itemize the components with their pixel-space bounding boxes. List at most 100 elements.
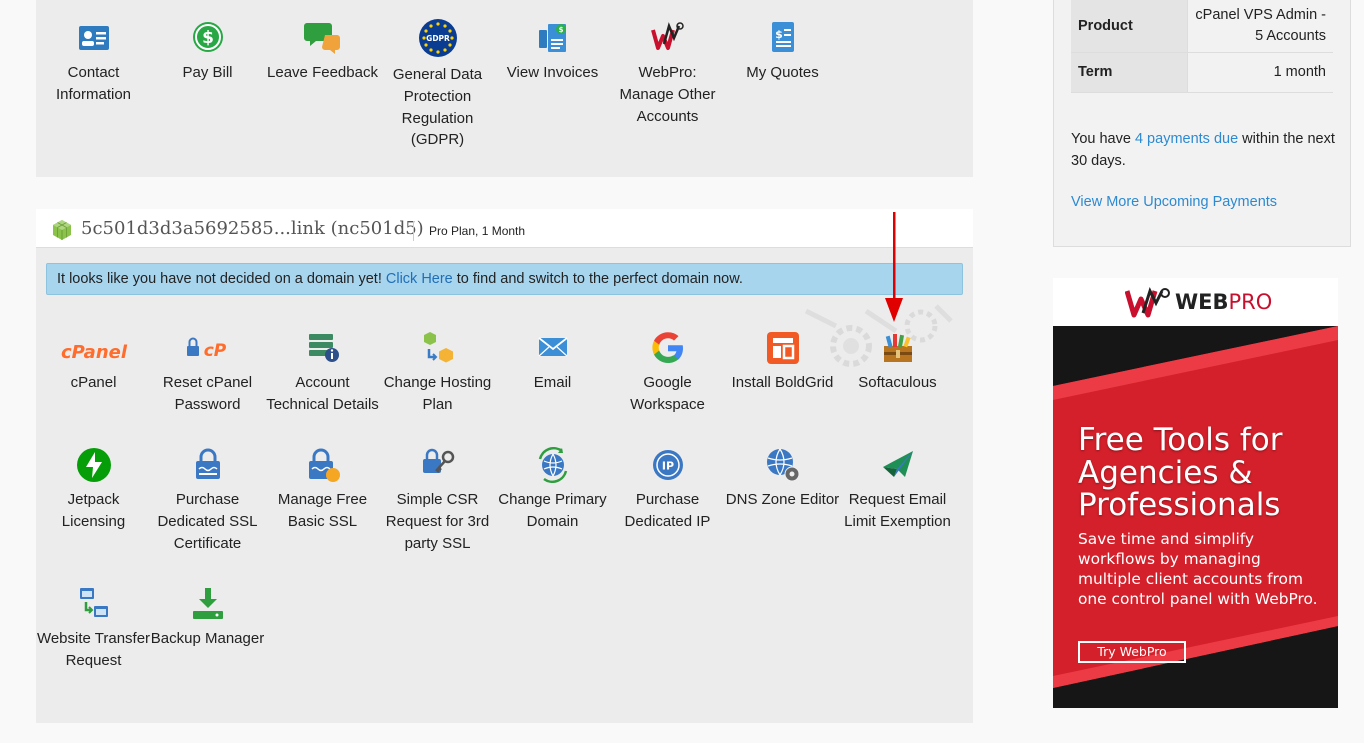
hosting-header: 5c501d3d3a5692585...link (nc501d5) Pro P… [36, 209, 973, 248]
simple-csr-request-tile[interactable]: Simple CSR Request for 3rd party SSL [380, 447, 495, 554]
account-technical-details-tile[interactable]: Account Technical Details [265, 330, 380, 416]
pay-bill-tile[interactable]: $ Pay Bill [150, 20, 265, 84]
hosting-account-name[interactable]: 5c501d3d3a5692585...link (nc501d5) [81, 218, 424, 239]
change-hosting-plan-tile[interactable]: Change Hosting Plan [380, 330, 495, 416]
tile-label: Backup Manager [150, 630, 265, 647]
webpro-logo-icon [650, 22, 684, 50]
svg-text:$: $ [558, 26, 563, 34]
click-here-link[interactable]: Click Here [386, 271, 453, 287]
jetpack-licensing-tile[interactable]: Jetpack Licensing [36, 447, 151, 533]
webpro-logo-icon [1125, 287, 1170, 318]
tile-label: Install BoldGrid [731, 374, 834, 391]
dns-globe-gear-icon [766, 448, 799, 482]
account-actions-panel: Contact Information $ Pay Bill Leave Fee… [36, 0, 973, 177]
svg-text:IP: IP [661, 460, 673, 473]
upcoming-payments-card: Product cPanel VPS Admin - 5 Accounts Te… [1053, 0, 1351, 247]
cpanel-tile[interactable]: cPanel cPanel [36, 330, 151, 394]
request-email-limit-exemption-tile[interactable]: Request Email Limit Exemption [840, 447, 955, 533]
cpanel-logo-icon: cPanel [60, 342, 127, 363]
notice-text-end: to find and switch to the perfect domain… [452, 271, 743, 287]
jetpack-bolt-icon [76, 448, 111, 482]
reset-cpanel-password-tile[interactable]: cP Reset cPanel Password [150, 330, 265, 416]
manage-free-basic-ssl-tile[interactable]: Manage Free Basic SSL [265, 447, 380, 533]
tile-label: Google Workspace [630, 374, 705, 413]
svg-text:$: $ [775, 28, 783, 41]
tile-label: Manage Free Basic SSL [277, 491, 368, 530]
notice-text-start: It looks like you have not decided on a … [57, 271, 386, 287]
backup-manager-tile[interactable]: Backup Manager [150, 586, 265, 650]
header-divider [413, 221, 414, 241]
install-boldgrid-tile[interactable]: Install BoldGrid [725, 330, 840, 394]
tile-label: Request Email Limit Exemption [844, 491, 951, 530]
product-value: cPanel VPS Admin - 5 Accounts [1187, 0, 1333, 53]
server-info-icon [308, 334, 339, 362]
product-summary-table: Product cPanel VPS Admin - 5 Accounts Te… [1071, 0, 1333, 93]
payments-due-link[interactable]: 4 payments due [1135, 131, 1238, 147]
tile-label: Leave Feedback [267, 64, 378, 81]
tile-label: Account Technical Details [266, 374, 379, 413]
contact-information-tile[interactable]: Contact Information [36, 20, 151, 106]
tile-label: General Data Protection Regulation (GDPR… [392, 66, 483, 149]
softaculous-tile[interactable]: Softaculous [840, 330, 955, 394]
contact-card-icon [78, 26, 109, 50]
payments-due-text: You have 4 payments due within the next … [1071, 128, 1339, 172]
purchase-dedicated-ip-tile[interactable]: IP Purchase Dedicated IP [610, 447, 725, 533]
tile-label: Simple CSR Request for 3rd party SSL [385, 491, 490, 552]
tile-label: Change Primary Domain [498, 491, 607, 530]
envelope-icon [537, 337, 568, 357]
view-more-payments-link[interactable]: View More Upcoming Payments [1071, 194, 1277, 210]
tile-label: Softaculous [858, 374, 937, 391]
tile-label: Pay Bill [182, 64, 233, 81]
ad-brand-name: WEBPRO [1175, 290, 1273, 314]
lock-cpanel-icon: cP [186, 337, 226, 361]
tile-label: DNS Zone Editor [725, 491, 840, 508]
tile-label: Purchase Dedicated IP [624, 491, 711, 530]
tile-label: Change Hosting Plan [383, 374, 492, 413]
tile-label: Purchase Dedicated SSL Certificate [157, 491, 258, 552]
dollar-coin-icon: $ [192, 22, 223, 52]
svg-text:$: $ [202, 28, 214, 48]
csr-key-icon [422, 448, 454, 473]
term-label: Term [1071, 52, 1188, 93]
webpro-manage-accounts-tile[interactable]: WebPro: Manage Other Accounts [610, 20, 725, 127]
tile-label: WebPro: Manage Other Accounts [619, 64, 716, 125]
view-invoices-tile[interactable]: $ View Invoices [495, 20, 610, 84]
try-webpro-button[interactable]: Try WebPro [1078, 641, 1186, 663]
google-workspace-tile[interactable]: Google Workspace [610, 330, 725, 416]
red-arrow-annotation [885, 212, 903, 322]
ad-body-text: Save time and simplify workflows by mana… [1078, 530, 1318, 608]
my-quotes-tile[interactable]: $ My Quotes [725, 20, 840, 84]
email-tile[interactable]: Email [495, 330, 610, 394]
purchase-dedicated-ssl-tile[interactable]: Purchase Dedicated SSL Certificate [150, 447, 265, 554]
tile-label: View Invoices [506, 64, 599, 81]
ip-globe-icon: IP [652, 450, 683, 480]
tile-label: Email [533, 374, 572, 391]
webpro-advertisement[interactable]: WEBPRO Free Tools for Agencies & Profess… [1053, 278, 1338, 708]
ad-headline: Free Tools for Agencies & Professionals [1078, 422, 1283, 523]
invoice-documents-icon: $ [538, 24, 566, 52]
ssl-certificate-icon [195, 448, 220, 479]
plan-label: Pro Plan, 1 Month [429, 224, 526, 238]
website-transfer-icon [79, 588, 108, 617]
website-transfer-request-tile[interactable]: Website Transfer Request [36, 586, 151, 672]
payments-text-start: You have [1071, 131, 1135, 147]
domain-notice-banner: It looks like you have not decided on a … [46, 263, 963, 295]
paper-plane-icon [882, 451, 913, 477]
softaculous-box-icon [883, 334, 912, 362]
leave-feedback-tile[interactable]: Leave Feedback [265, 20, 380, 84]
tile-label: Website Transfer Request [36, 630, 151, 669]
globe-arrows-icon [538, 447, 567, 483]
svg-text:GDPR: GDPR [426, 34, 450, 43]
tile-label: Contact Information [55, 64, 132, 103]
tile-label: My Quotes [746, 64, 819, 81]
term-value: 1 month [1187, 52, 1333, 93]
change-plan-cubes-icon [423, 332, 453, 363]
boldgrid-logo-icon [766, 332, 799, 364]
change-primary-domain-tile[interactable]: Change Primary Domain [495, 447, 610, 533]
gdpr-tile[interactable]: GDPR General Data Protection Regulation … [380, 19, 495, 151]
tile-label: Reset cPanel Password [162, 374, 253, 413]
chat-bubbles-icon [303, 23, 340, 54]
quote-document-icon: $ [771, 22, 794, 52]
backup-download-icon [192, 588, 223, 619]
dns-zone-editor-tile[interactable]: DNS Zone Editor [725, 447, 840, 511]
